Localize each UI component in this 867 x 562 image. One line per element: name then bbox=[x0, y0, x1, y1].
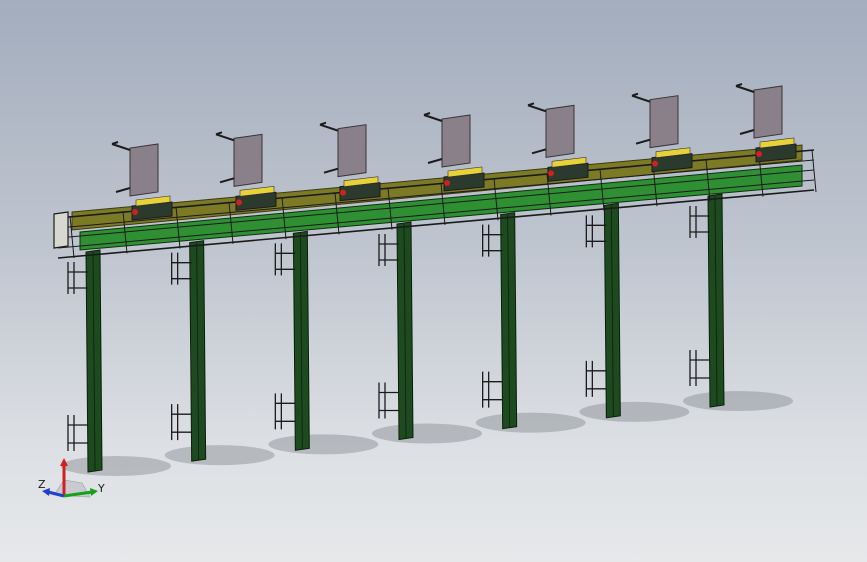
station-indicator bbox=[652, 160, 658, 167]
column-bracket-upper bbox=[689, 206, 710, 238]
triad-y-label: Y bbox=[98, 482, 105, 495]
column-bracket-lower bbox=[585, 360, 607, 397]
station-indicator bbox=[548, 170, 554, 177]
upright-arm bbox=[423, 112, 443, 164]
column-bracket-lower bbox=[274, 393, 296, 430]
column-shadow bbox=[268, 434, 379, 455]
column-bracket-upper bbox=[171, 252, 192, 285]
upright-arm bbox=[111, 141, 131, 193]
column-shadow bbox=[475, 412, 586, 433]
frame-cross-member bbox=[811, 149, 817, 193]
column-bracket-lower bbox=[171, 404, 192, 441]
upright-arm bbox=[319, 121, 339, 174]
frame-end-left bbox=[53, 211, 69, 249]
column-shadow bbox=[579, 401, 690, 422]
column-shadow bbox=[372, 423, 482, 444]
upright-arm bbox=[215, 131, 235, 184]
upright-panel bbox=[441, 114, 471, 168]
conveyor-model[interactable] bbox=[0, 0, 867, 562]
station-indicator bbox=[236, 199, 242, 206]
upright-arm bbox=[735, 83, 755, 135]
upright-panel bbox=[337, 124, 367, 178]
column-bracket-upper bbox=[274, 243, 296, 276]
upright-panel bbox=[129, 143, 159, 197]
view-triad: Z Y bbox=[36, 450, 116, 510]
ground-shadows bbox=[61, 391, 793, 476]
column-bracket-upper bbox=[378, 234, 399, 266]
axis-triad-icon bbox=[42, 458, 98, 498]
upright-panel bbox=[753, 85, 783, 139]
column-shadow bbox=[164, 445, 275, 466]
graphics-viewport[interactable]: Z Y bbox=[0, 0, 867, 562]
triad-z-label: Z bbox=[38, 478, 46, 491]
upright-panel bbox=[233, 133, 263, 187]
upright-arm bbox=[527, 102, 547, 155]
column-bracket-lower bbox=[67, 415, 88, 451]
station-indicator bbox=[444, 180, 450, 186]
station-indicator bbox=[756, 151, 762, 157]
column-shadow bbox=[683, 391, 793, 411]
column-bracket-lower bbox=[689, 350, 710, 386]
station-indicator bbox=[132, 209, 138, 215]
column-bracket-upper bbox=[482, 224, 503, 257]
column-bracket-upper bbox=[67, 262, 88, 294]
column-bracket-upper bbox=[585, 215, 607, 248]
column-bracket-lower bbox=[378, 382, 399, 419]
upright-arm bbox=[631, 92, 651, 145]
column-bracket-lower bbox=[482, 371, 503, 408]
upright-panel bbox=[545, 104, 575, 158]
upright-panel bbox=[649, 95, 679, 149]
station-indicator bbox=[340, 189, 346, 196]
